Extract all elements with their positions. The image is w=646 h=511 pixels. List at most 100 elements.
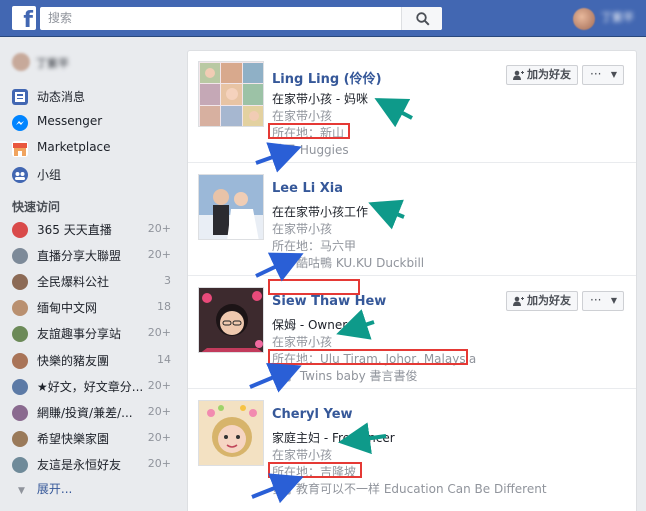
marketplace-icon bbox=[12, 141, 28, 157]
search-box: 搜索 bbox=[40, 7, 442, 30]
group-avatar-icon bbox=[12, 456, 28, 473]
notification-count: 20+ bbox=[147, 404, 171, 418]
notification-count: 20+ bbox=[147, 378, 171, 392]
sidebar-item-label: ★好文，好文章分... bbox=[37, 379, 144, 394]
sidebar-item-label: 缅甸中文网 bbox=[37, 301, 98, 316]
friend-liked-page: 赞了 Huggies bbox=[272, 143, 349, 157]
sidebar-item-shortcut[interactable]: 全民爆料公社 3 bbox=[12, 272, 177, 292]
sidebar-item-label: Messenger bbox=[37, 114, 103, 128]
friend-work: 家庭主妇 - Freelancer bbox=[272, 431, 395, 445]
chevron-down-icon: ▼ bbox=[610, 296, 617, 305]
sidebar-item-label: 網賺/投資/兼差/... bbox=[37, 405, 133, 420]
notification-count: 20+ bbox=[147, 222, 171, 235]
sidebar-item-news-feed[interactable]: 动态消息 bbox=[12, 87, 177, 107]
group-avatar-icon bbox=[12, 352, 28, 369]
friend-work: 保姆 - Owner bbox=[272, 318, 348, 332]
sidebar-item-shortcut[interactable]: 友這是永恒好友 20+ bbox=[12, 455, 177, 475]
friend-name[interactable]: Lee Li Xia bbox=[272, 181, 343, 196]
notification-count: 20+ bbox=[147, 430, 171, 444]
sidebar-item-shortcut[interactable]: 友誼趣事分享站 20+ bbox=[12, 324, 177, 344]
facebook-logo-icon[interactable]: f bbox=[12, 6, 36, 32]
friend-name[interactable]: Cheryl Yew bbox=[272, 407, 353, 422]
friend-liked-page: 赞了酷咕鴨 KU.KU Duckbill bbox=[272, 256, 425, 270]
friend-detail: 在家带小孩 bbox=[272, 222, 333, 236]
group-avatar-icon bbox=[12, 404, 28, 421]
friend-photo[interactable] bbox=[198, 400, 264, 466]
sidebar-item-label: 希望快樂家園 bbox=[37, 431, 110, 446]
sidebar-item-shortcut[interactable]: 快樂的豬友團 14 bbox=[12, 351, 177, 371]
friend-name[interactable]: Ling Ling (伶伶) bbox=[272, 68, 382, 87]
friend-photo[interactable] bbox=[198, 61, 264, 127]
sidebar-item-label: 友誼趣事分享站 bbox=[37, 327, 122, 342]
sidebar-item-shortcut[interactable]: 365 天天直播 20+ bbox=[12, 220, 177, 240]
messenger-icon bbox=[12, 115, 28, 131]
avatar bbox=[12, 53, 30, 71]
sidebar-item-shortcut[interactable]: 直播分享大聯盟 20+ bbox=[12, 246, 177, 266]
more-options-button[interactable]: ··· ▼ bbox=[582, 65, 624, 85]
location-highlight-box bbox=[268, 462, 362, 478]
friend-photo[interactable] bbox=[198, 287, 264, 353]
group-avatar-icon bbox=[12, 326, 28, 343]
top-bar: f 搜索 丁紫平 bbox=[0, 0, 646, 37]
sidebar-item-label: 全民爆料公社 bbox=[37, 275, 110, 290]
location-highlight-box bbox=[268, 123, 350, 139]
add-friend-button[interactable]: 加为好友 bbox=[506, 65, 578, 85]
avatar[interactable] bbox=[573, 8, 595, 30]
more-options-button[interactable]: ··· ▼ bbox=[582, 291, 624, 311]
friend-liked-page: 赞了教育可以不一样 Education Can Be Different bbox=[272, 482, 547, 496]
group-avatar-icon bbox=[12, 274, 28, 291]
friend-detail: 在家带小孩 bbox=[272, 448, 333, 462]
sidebar-profile-name: 丁紫平 bbox=[36, 57, 69, 70]
group-avatar-icon bbox=[12, 222, 28, 238]
sidebar-item-groups[interactable]: 小组 bbox=[12, 165, 177, 185]
friend-work: 在在家带小孩工作 bbox=[272, 205, 369, 219]
notification-count: 20+ bbox=[147, 326, 171, 340]
sidebar-item-label: Marketplace bbox=[37, 140, 111, 154]
list-item: Lee Li Xia 在在家带小孩工作 在家带小孩 所在地：马六甲 赞了酷咕鴨 … bbox=[188, 164, 636, 295]
left-sidebar: 丁紫平 动态消息 Messenger Marketplace 小组 快速访问 3… bbox=[0, 37, 180, 511]
friend-photo[interactable] bbox=[198, 174, 264, 240]
sidebar-item-label: 365 天天直播 bbox=[37, 223, 112, 237]
sidebar-item-shortcut[interactable]: 希望快樂家園 20+ bbox=[12, 429, 177, 449]
list-item: Cheryl Yew 家庭主妇 - Freelancer 在家带小孩 所在地：吉… bbox=[188, 390, 636, 502]
sidebar-item-label: 直播分享大聯盟 bbox=[37, 249, 122, 264]
list-item: Siew Thaw Hew 保姆 - Owner 在家带小孩 所在地：Ulu T… bbox=[188, 277, 636, 389]
profile-name[interactable]: 丁紫平 bbox=[601, 10, 641, 26]
chevron-down-icon: ▼ bbox=[18, 486, 25, 496]
friend-suggestions-card: Ling Ling (伶伶) 在家带小孩 - 妈咪 在家带小孩 所在地：新山 赞… bbox=[187, 50, 637, 511]
groups-icon bbox=[12, 167, 28, 183]
sidebar-profile[interactable]: 丁紫平 bbox=[12, 53, 172, 73]
search-button[interactable] bbox=[401, 7, 442, 30]
sidebar-item-label: 快樂的豬友團 bbox=[37, 353, 110, 368]
chevron-down-icon: ▼ bbox=[610, 70, 617, 79]
notification-count: 14 bbox=[157, 352, 171, 366]
group-avatar-icon bbox=[12, 248, 28, 265]
notification-count: 20+ bbox=[147, 456, 171, 470]
group-avatar-icon bbox=[12, 378, 28, 395]
search-input[interactable]: 搜索 bbox=[40, 7, 400, 30]
location-highlight-box bbox=[268, 349, 468, 365]
group-avatar-icon bbox=[12, 300, 28, 317]
friend-name[interactable]: Siew Thaw Hew bbox=[272, 294, 386, 309]
notification-count: 18 bbox=[157, 300, 171, 314]
sidebar-item-messenger[interactable]: Messenger bbox=[12, 113, 177, 133]
news-feed-icon bbox=[12, 89, 28, 105]
notification-count: 3 bbox=[164, 274, 171, 288]
sidebar-item-label: 友這是永恒好友 bbox=[37, 457, 122, 472]
sidebar-item-marketplace[interactable]: Marketplace bbox=[12, 139, 177, 159]
add-user-icon bbox=[513, 296, 524, 306]
shortcuts-title: 快速访问 bbox=[12, 200, 61, 214]
friend-work: 在家带小孩 - 妈咪 bbox=[272, 92, 368, 106]
sidebar-item-shortcut[interactable]: 缅甸中文网 18 bbox=[12, 298, 177, 318]
group-avatar-icon bbox=[12, 430, 28, 447]
add-user-icon bbox=[513, 70, 524, 80]
sidebar-item-label: 小组 bbox=[37, 168, 62, 182]
friend-liked-page: 赞了 Twins baby 書言書俊 bbox=[272, 369, 418, 383]
sidebar-item-shortcut[interactable]: ★好文，好文章分... 20+ bbox=[12, 377, 177, 397]
see-more-link[interactable]: ▼ 展开... bbox=[18, 480, 72, 497]
list-item: Ling Ling (伶伶) 在家带小孩 - 妈咪 在家带小孩 所在地：新山 赞… bbox=[188, 51, 636, 163]
friend-detail: 在家带小孩 bbox=[272, 109, 333, 123]
sidebar-item-shortcut[interactable]: 網賺/投資/兼差/... 20+ bbox=[12, 403, 177, 423]
sidebar-item-label: 动态消息 bbox=[37, 90, 86, 104]
add-friend-button[interactable]: 加为好友 bbox=[506, 291, 578, 311]
